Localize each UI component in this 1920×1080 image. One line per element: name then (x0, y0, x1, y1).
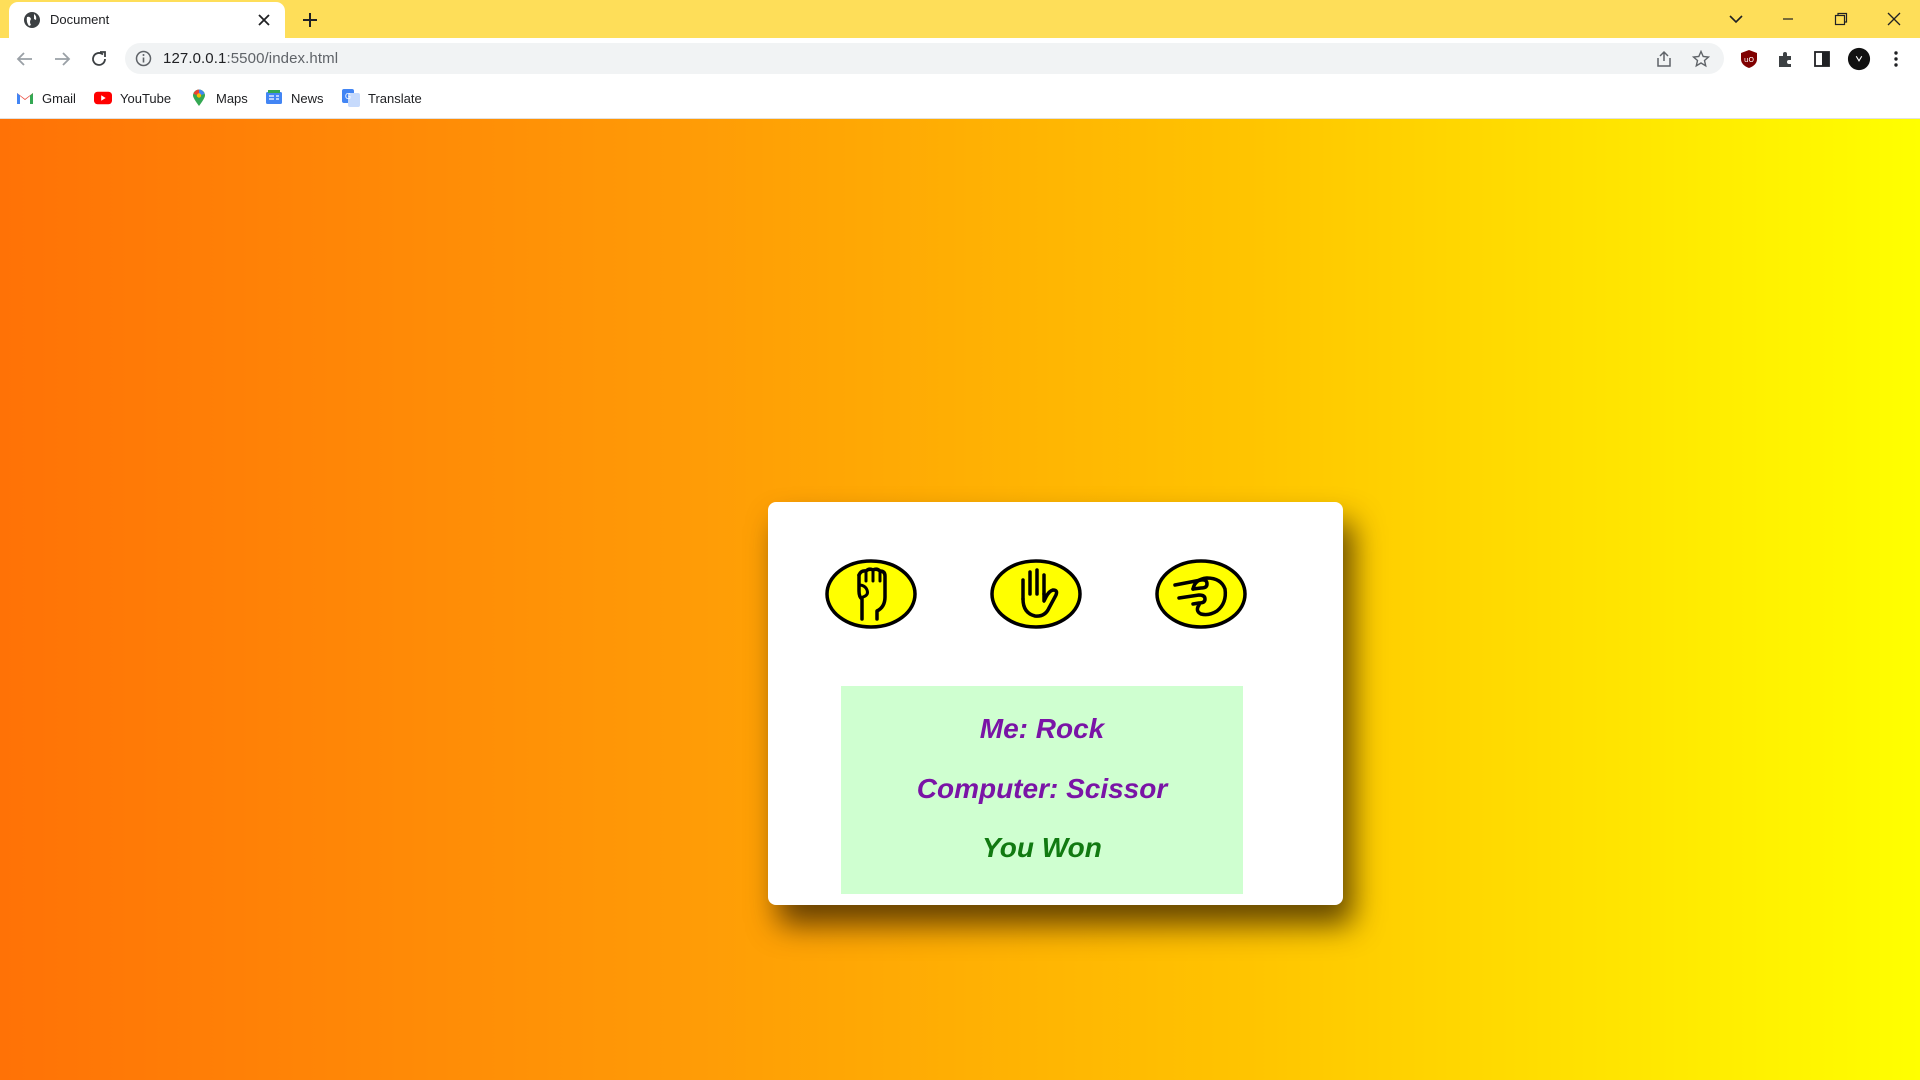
svg-text:G: G (345, 92, 351, 101)
url-host: 127.0.0.1 (163, 50, 227, 67)
youtube-icon (94, 89, 112, 107)
close-tab-icon[interactable] (255, 11, 273, 29)
scissor-choice[interactable] (1155, 558, 1247, 634)
bookmark-label: Maps (216, 90, 248, 106)
bookmark-maps[interactable]: Maps (190, 86, 248, 110)
bookmark-gmail[interactable]: Gmail (16, 86, 76, 110)
tab-strip: Document (0, 0, 1920, 38)
bookmark-youtube[interactable]: YouTube (94, 86, 171, 110)
menu-kebab-icon[interactable] (1884, 47, 1908, 71)
tab-search-icon[interactable] (1724, 7, 1748, 31)
gmail-icon (16, 89, 34, 107)
address-bar[interactable]: 127.0.0.1:5500/index.html (125, 43, 1724, 74)
result-panel: Me: Rock Computer: Scissor You Won (841, 686, 1243, 894)
bookmarks-bar: Gmail YouTube Maps News G Translate (0, 80, 1920, 119)
profile-avatar-icon[interactable] (1847, 47, 1871, 71)
globe-icon (23, 11, 41, 29)
reload-icon[interactable] (87, 47, 111, 71)
browser-toolbar: 127.0.0.1:5500/index.html uO (0, 38, 1920, 80)
minimize-icon[interactable] (1776, 7, 1800, 31)
news-icon (265, 89, 283, 107)
bookmark-label: Gmail (42, 90, 76, 106)
tab-title: Document (50, 12, 110, 27)
site-info-icon[interactable] (135, 50, 152, 67)
close-window-icon[interactable] (1882, 7, 1906, 31)
ublock-icon[interactable]: uO (1737, 47, 1761, 71)
bookmark-news[interactable]: News (265, 86, 324, 110)
url-path: :5500/index.html (226, 50, 339, 67)
page-viewport: Me: Rock Computer: Scissor You Won (0, 119, 1920, 1080)
rock-choice[interactable] (825, 558, 917, 634)
translate-icon: G (342, 89, 360, 107)
browser-tab[interactable]: Document (9, 2, 285, 38)
game-card: Me: Rock Computer: Scissor You Won (768, 502, 1343, 905)
scissor-hand-icon (1155, 558, 1247, 634)
maps-icon (190, 89, 208, 107)
bookmark-translate[interactable]: G Translate (342, 86, 422, 110)
back-icon[interactable] (13, 47, 37, 71)
bookmark-star-icon[interactable] (1691, 49, 1711, 69)
paper-choice[interactable] (990, 558, 1082, 634)
share-icon[interactable] (1654, 49, 1674, 69)
bookmark-label: News (291, 90, 324, 106)
fist-icon (825, 558, 917, 634)
svg-text:uO: uO (1744, 56, 1754, 64)
player-choice-text: Me: Rock (979, 713, 1105, 744)
open-hand-icon (990, 558, 1082, 634)
outcome-text: You Won (982, 832, 1102, 863)
extensions-icon[interactable] (1773, 47, 1797, 71)
url-text[interactable]: 127.0.0.1:5500/index.html (163, 50, 338, 67)
forward-icon[interactable] (50, 47, 74, 71)
restore-icon[interactable] (1829, 7, 1853, 31)
side-panel-icon[interactable] (1810, 47, 1834, 71)
new-tab-icon[interactable] (299, 9, 321, 31)
bookmark-label: YouTube (120, 90, 172, 106)
computer-choice-text: Computer: Scissor (916, 773, 1168, 804)
bookmark-label: Translate (368, 90, 422, 106)
